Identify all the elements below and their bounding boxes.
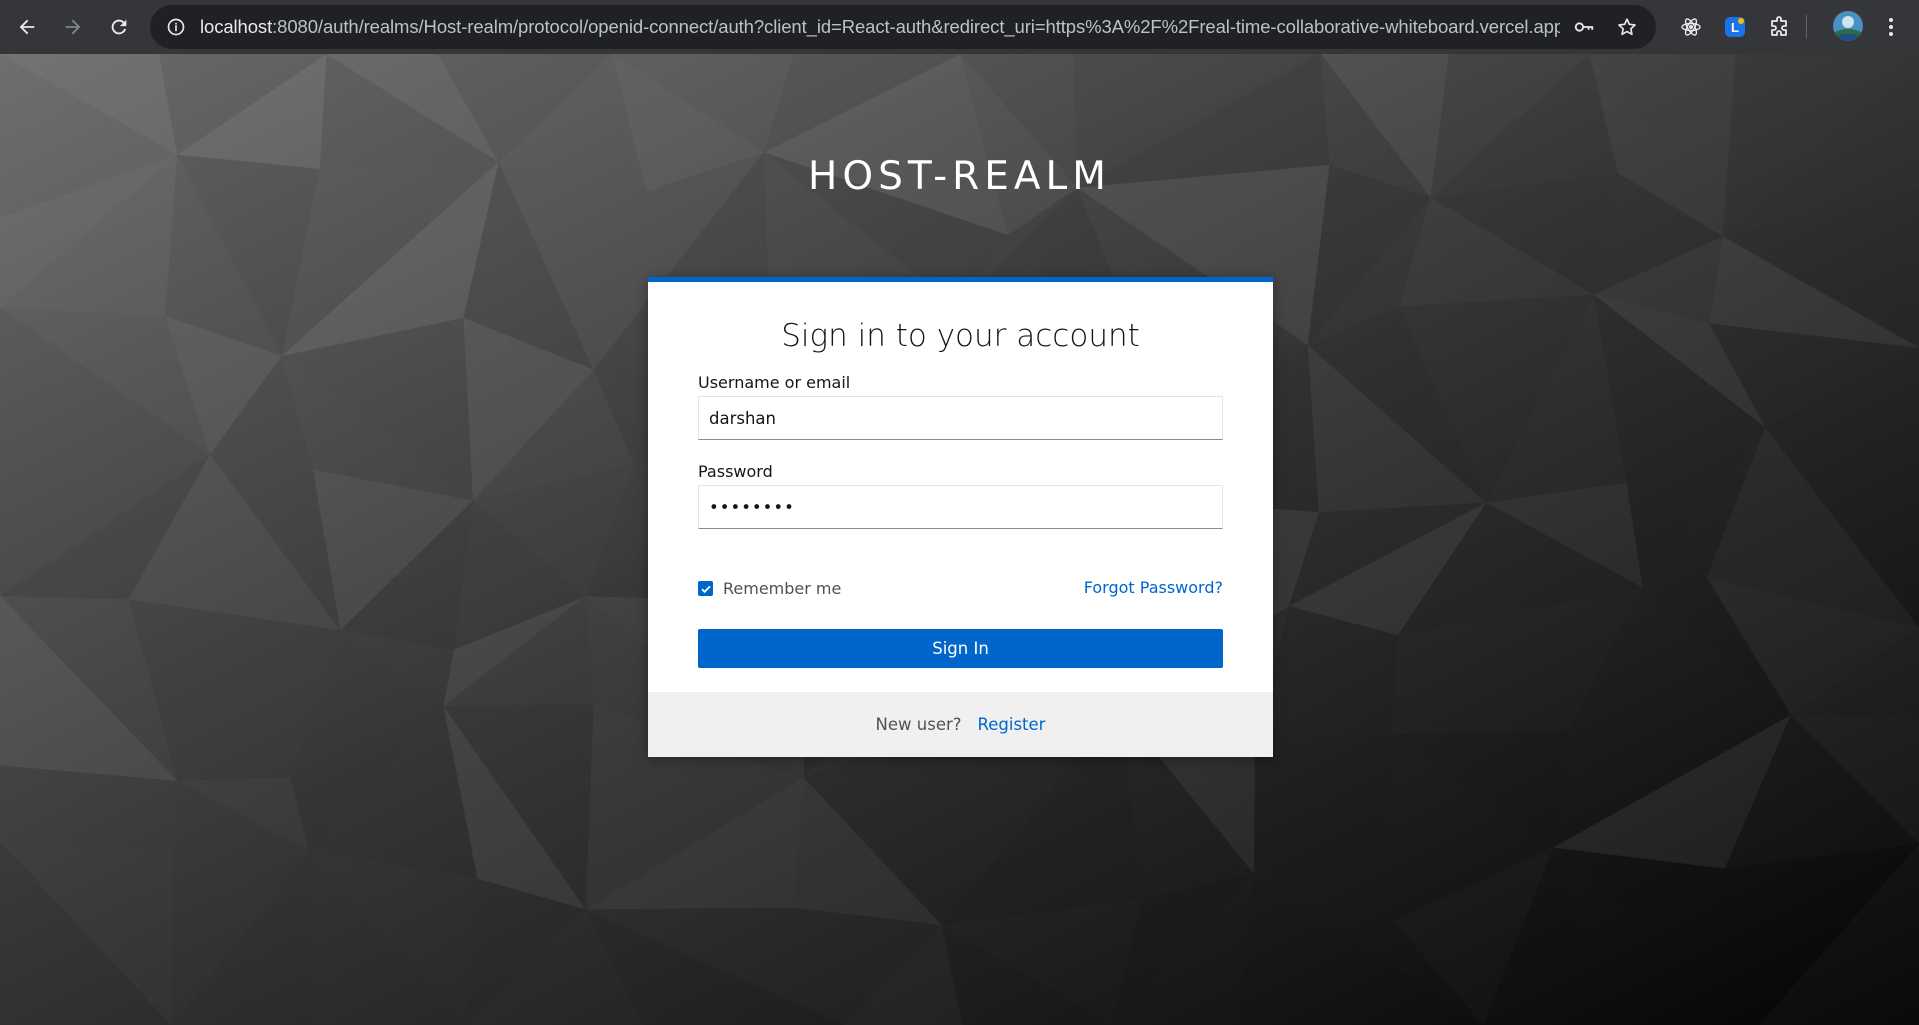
checkmark-icon <box>700 585 711 593</box>
remember-me-checkbox[interactable] <box>698 581 713 596</box>
register-link[interactable]: Register <box>978 715 1046 734</box>
login-page: HOST-REALM Sign in to your account Usern… <box>0 54 1919 1025</box>
lp-extension-icon: L <box>1725 17 1745 37</box>
react-atom-icon <box>1681 18 1701 36</box>
registration-footer: New user? Register <box>648 692 1273 757</box>
username-label: Username or email <box>698 373 851 392</box>
login-heading: Sign in to your account <box>781 318 1140 354</box>
key-icon <box>1574 22 1594 32</box>
forgot-password-link[interactable]: Forgot Password? <box>1084 578 1223 597</box>
remember-me-label: Remember me <box>723 579 842 598</box>
forward-arrow-icon <box>65 19 81 35</box>
url-host: localhost <box>200 16 273 37</box>
realm-title: HOST-REALM <box>808 154 1111 199</box>
star-icon <box>1618 18 1636 36</box>
password-input[interactable] <box>698 485 1223 529</box>
svg-text:L: L <box>1731 20 1739 35</box>
profile-picture-icon <box>1833 11 1863 41</box>
reload-icon <box>111 19 127 35</box>
url-path: :8080/auth/realms/Host-realm/protocol/op… <box>272 16 1560 37</box>
more-vert-icon <box>1889 18 1893 36</box>
browser-menu-button[interactable] <box>1873 9 1909 45</box>
login-card: Sign in to your account Username or emai… <box>648 277 1273 757</box>
url-text[interactable]: localhost:8080/auth/realms/Host-realm/pr… <box>200 16 1560 38</box>
password-manager-button[interactable] <box>1568 11 1600 43</box>
toolbar-divider <box>1806 15 1807 39</box>
back-arrow-icon <box>19 19 35 35</box>
remember-me[interactable]: Remember me <box>698 579 841 598</box>
password-label: Password <box>698 462 773 481</box>
browser-toolbar: localhost:8080/auth/realms/Host-realm/pr… <box>0 0 1919 54</box>
puzzle-piece-icon <box>1771 16 1787 36</box>
back-button[interactable] <box>5 5 49 49</box>
bookmark-button[interactable] <box>1611 11 1643 43</box>
site-info-button[interactable] <box>156 7 196 47</box>
profile-avatar[interactable] <box>1833 11 1863 41</box>
forward-button[interactable] <box>51 5 95 49</box>
react-devtools-button[interactable] <box>1673 9 1709 45</box>
reload-button[interactable] <box>97 5 141 49</box>
extensions-button[interactable] <box>1762 9 1798 45</box>
address-bar[interactable]: localhost:8080/auth/realms/Host-realm/pr… <box>150 5 1656 49</box>
sign-in-button[interactable]: Sign In <box>698 629 1223 668</box>
site-info-icon <box>167 18 185 36</box>
lp-extension-button[interactable]: L <box>1717 9 1753 45</box>
username-input[interactable] <box>698 396 1223 440</box>
new-user-text: New user? <box>875 715 962 734</box>
